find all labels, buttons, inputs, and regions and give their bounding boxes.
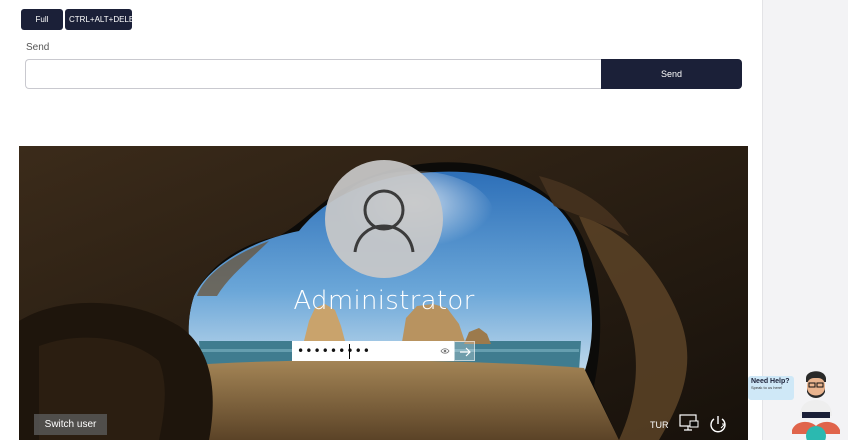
send-input[interactable] <box>25 59 601 89</box>
send-label: Send <box>26 42 50 53</box>
ctrl-alt-delete-button[interactable]: CTRL+ALT+DELETE <box>65 9 144 30</box>
power-icon[interactable] <box>708 414 728 434</box>
password-masked-value: ••••••••• <box>297 344 372 358</box>
network-icon[interactable] <box>679 414 699 432</box>
submit-arrow-button[interactable] <box>454 341 475 361</box>
username-label: Administrator <box>293 286 475 316</box>
main-panel: Full Screen CTRL+ALT+DELETE Send Send Ad… <box>0 0 763 440</box>
help-title: Need Help? <box>751 378 790 385</box>
switch-user-button[interactable]: Switch user <box>34 414 107 435</box>
remote-desktop-view[interactable]: Administrator ••••••••• Switch user TUR <box>19 146 748 440</box>
help-widget[interactable]: Need Help? Speak to us here! <box>748 368 848 440</box>
user-avatar <box>325 160 443 278</box>
user-silhouette-icon <box>353 189 415 253</box>
fullscreen-button[interactable]: Full Screen <box>21 9 63 45</box>
password-input[interactable]: ••••••••• <box>292 341 454 361</box>
language-indicator[interactable]: TUR <box>650 420 669 430</box>
support-agent-illustration <box>792 371 840 440</box>
submit-arrow-icon <box>460 347 471 357</box>
help-subtitle: Speak to us here! <box>751 385 783 390</box>
text-caret <box>349 344 350 359</box>
reveal-password-icon[interactable] <box>440 346 450 356</box>
send-button[interactable]: Send <box>601 59 742 89</box>
